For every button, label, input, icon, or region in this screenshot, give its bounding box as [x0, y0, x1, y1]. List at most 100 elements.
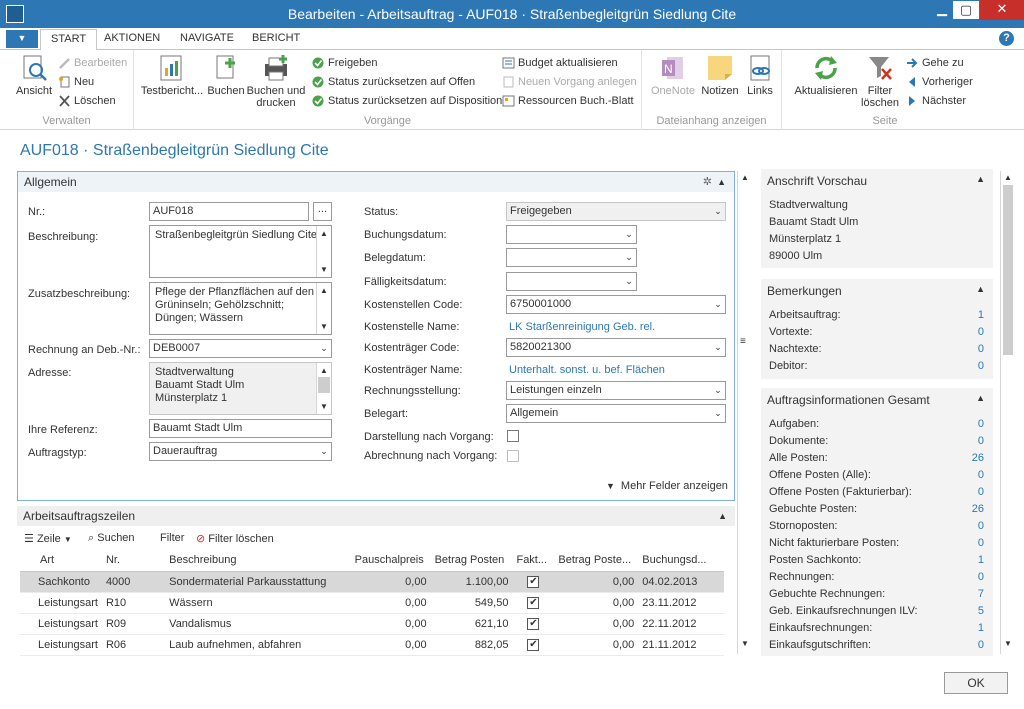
- zeile-menu-button[interactable]: ☰ Zeile ▼: [24, 532, 72, 545]
- col-buchungsdatum[interactable]: Buchungsd...: [638, 549, 724, 572]
- factbox-bemerkungen-header[interactable]: Bemerkungen ▲: [761, 279, 993, 303]
- darstellung-checkbox[interactable]: [507, 430, 519, 442]
- chevron-down-icon[interactable]: ⌄: [713, 385, 723, 395]
- rechnung-field[interactable]: DEB0007 ⌄: [149, 339, 332, 358]
- buchen-und-drucken-button[interactable]: Buchen und drucken: [246, 54, 306, 109]
- application-menu-button[interactable]: ▼: [6, 30, 38, 48]
- aktualisieren-button[interactable]: Aktualisieren: [794, 54, 858, 97]
- fasttab-allgemein-header[interactable]: Allgemein ✲ ▲: [18, 172, 734, 192]
- factbox-anschrift-header[interactable]: Anschrift Vorschau ▲: [761, 169, 993, 193]
- ktr-name-link[interactable]: Unterhalt. sonst. u. bef. Flächen: [509, 364, 665, 376]
- table-row[interactable]: Leistungsart R06 Laub aufnehmen, abfahre…: [20, 634, 724, 656]
- tab-bericht[interactable]: BERICHT: [252, 32, 300, 44]
- vorheriger-button[interactable]: Vorheriger: [906, 75, 973, 89]
- belegdatum-field[interactable]: ⌄: [506, 248, 637, 267]
- fasttab-zeilen-header[interactable]: Arbeitsauftragszeilen ▲: [17, 506, 735, 526]
- filter-loeschen-button[interactable]: Filter löschen: [860, 54, 900, 109]
- neu-button[interactable]: Neu: [58, 75, 94, 89]
- ansicht-button[interactable]: Ansicht: [14, 54, 54, 97]
- fakturierbar-checkbox[interactable]: ✔: [527, 639, 540, 651]
- buchen-button[interactable]: Buchen: [206, 54, 246, 97]
- chevron-down-icon[interactable]: ⌄: [624, 229, 634, 239]
- collapse-chevron-icon[interactable]: ▲: [976, 174, 985, 184]
- suchen-button[interactable]: ⌕ Suchen: [88, 532, 135, 545]
- neuer-vorgang-button[interactable]: Neuen Vorgang anlegen: [502, 75, 637, 89]
- collapse-chevron-icon[interactable]: ▲: [976, 393, 985, 403]
- col-nr[interactable]: Nr.: [101, 549, 166, 572]
- chevron-down-icon[interactable]: ⌄: [319, 446, 329, 456]
- scrollbar-thumb[interactable]: [1003, 185, 1013, 355]
- rechnungsstellung-select[interactable]: Leistungen einzeln ⌄: [506, 381, 726, 400]
- col-pauschalpreis[interactable]: Pauschalpreis: [350, 549, 431, 572]
- table-row[interactable]: Sachkonto 4000 Sondermaterial Parkaussta…: [20, 571, 724, 593]
- chevron-down-icon[interactable]: ⌄: [624, 276, 634, 286]
- collapse-chevron-icon[interactable]: ▲: [976, 284, 985, 294]
- collapse-chevron-icon[interactable]: ▲: [718, 511, 727, 521]
- chevron-down-icon[interactable]: ⌄: [624, 252, 634, 262]
- gehe-zu-button[interactable]: Gehe zu: [906, 56, 964, 70]
- col-betrag-posten[interactable]: Betrag Posten: [430, 549, 513, 572]
- maximize-button[interactable]: ▢: [952, 0, 980, 20]
- filter-loeschen-link[interactable]: ⊘ Filter löschen: [196, 532, 274, 545]
- belegart-select[interactable]: Allgemein ⌄: [506, 404, 726, 423]
- ressourcen-buchblatt-button[interactable]: Ressourcen Buch.-Blatt: [502, 94, 634, 108]
- chevron-down-icon[interactable]: ⌄: [319, 343, 329, 353]
- main-scrollbar[interactable]: ▲ ≡ ▼: [737, 171, 751, 654]
- bearbeiten-button[interactable]: Bearbeiten: [58, 56, 127, 70]
- status-select[interactable]: Freigegeben ⌄: [506, 202, 726, 221]
- chevron-down-icon[interactable]: ⌄: [713, 342, 723, 352]
- onenote-button[interactable]: N OneNote: [650, 54, 696, 97]
- tab-start[interactable]: START: [40, 29, 98, 51]
- chevron-down-icon[interactable]: ⌄: [713, 408, 723, 418]
- freigeben-button[interactable]: Freigeben: [312, 56, 378, 70]
- fakturierbar-checkbox[interactable]: ✔: [527, 576, 540, 588]
- abrechnung-checkbox[interactable]: [507, 450, 519, 462]
- fakturierbar-checkbox[interactable]: ✔: [527, 597, 540, 609]
- mehr-felder-link[interactable]: ▼ Mehr Felder anzeigen: [606, 480, 728, 492]
- adresse-scrollbar[interactable]: ▲ ▼: [316, 363, 331, 414]
- col-betrag-posten-2[interactable]: Betrag Poste...: [554, 549, 639, 572]
- status-offen-button[interactable]: Status zurücksetzen auf Offen: [312, 75, 475, 89]
- referenz-field[interactable]: Bauamt Stadt Ulm: [149, 419, 332, 438]
- fakturierbar-checkbox[interactable]: ✔: [527, 618, 540, 630]
- close-window-button[interactable]: ✕: [980, 0, 1024, 20]
- kst-code-field[interactable]: 6750001000 ⌄: [506, 295, 726, 314]
- buchungsdatum-field[interactable]: ⌄: [506, 225, 637, 244]
- zusatz-field[interactable]: Pflege der Pflanzflächen auf den Grünins…: [149, 282, 332, 335]
- delete-x-icon: [58, 95, 71, 107]
- ok-button[interactable]: OK: [944, 672, 1008, 694]
- auftragstyp-select[interactable]: Dauerauftrag ⌄: [149, 442, 332, 461]
- chevron-down-icon[interactable]: ⌄: [713, 299, 723, 309]
- col-beschreibung[interactable]: Beschreibung: [165, 549, 351, 572]
- filter-button[interactable]: Filter: [160, 532, 184, 544]
- nr-assist-button[interactable]: ...: [313, 202, 332, 221]
- help-icon[interactable]: ?: [999, 31, 1014, 46]
- loeschen-button[interactable]: Löschen: [58, 94, 116, 108]
- group-vorgaenge: Testbericht... Buchen Buchen und drucken…: [134, 50, 642, 130]
- tab-aktionen[interactable]: AKTIONEN: [104, 32, 160, 44]
- beschreibung-field[interactable]: Straßenbegleitgrün Siedlung Cite ▲ ▼: [149, 225, 332, 278]
- adresse-field[interactable]: Stadtverwaltung Bauamt Stadt Ulm Münster…: [149, 362, 332, 415]
- customize-gear-icon[interactable]: ✲: [703, 175, 712, 188]
- table-row[interactable]: Leistungsart R09 Vandalismus 0,00 621,10…: [20, 613, 724, 635]
- zusatz-scrollbar[interactable]: ▲ ▼: [316, 283, 331, 334]
- faelligkeit-field[interactable]: ⌄: [506, 272, 637, 291]
- tab-navigate[interactable]: NAVIGATE: [180, 32, 234, 44]
- col-fakt[interactable]: Fakt...: [512, 549, 555, 572]
- budget-aktualisieren-button[interactable]: Budget aktualisieren: [502, 56, 618, 70]
- chevron-down-icon[interactable]: ⌄: [713, 206, 723, 216]
- factbox-scrollbar[interactable]: ▲ ▼: [1000, 171, 1014, 654]
- factbox-auftragsinfo-header[interactable]: Auftragsinformationen Gesamt ▲: [761, 388, 993, 412]
- collapse-chevron-icon[interactable]: ▲: [717, 177, 726, 187]
- testbericht-button[interactable]: Testbericht...: [140, 54, 204, 97]
- nr-field[interactable]: AUF018: [149, 202, 309, 221]
- table-row[interactable]: Leistungsart R10 Wässern 0,00 549,50 ✔ 0…: [20, 592, 724, 614]
- ktr-code-field[interactable]: 5820021300 ⌄: [506, 338, 726, 357]
- status-disposition-button[interactable]: Status zurücksetzen auf Disposition: [312, 94, 502, 108]
- notizen-button[interactable]: Notizen: [700, 54, 740, 97]
- beschreibung-scrollbar[interactable]: ▲ ▼: [316, 226, 331, 277]
- links-button[interactable]: Links: [742, 54, 778, 97]
- col-art[interactable]: Art: [20, 549, 102, 572]
- naechster-button[interactable]: Nächster: [906, 94, 966, 108]
- kst-name-link[interactable]: LK Starßenreinigung Geb. rel.: [509, 321, 655, 333]
